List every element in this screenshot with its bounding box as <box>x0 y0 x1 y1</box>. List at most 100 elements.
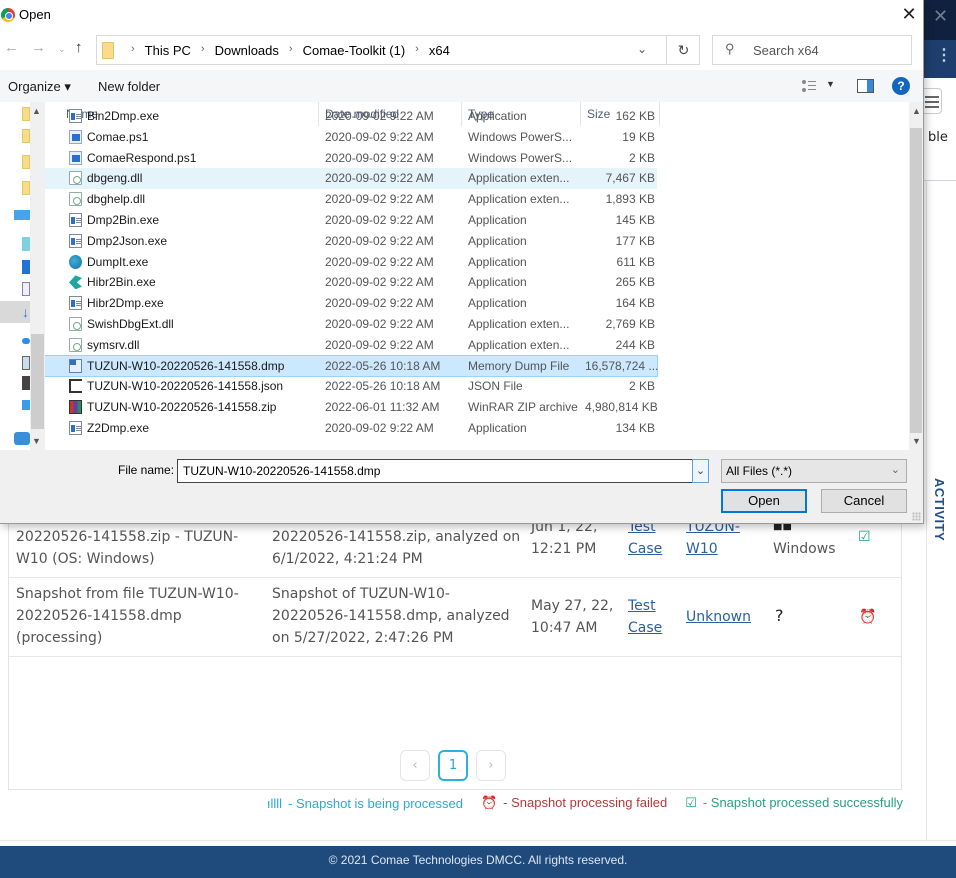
new-folder-button[interactable]: New folder <box>98 79 160 94</box>
file-row[interactable]: TUZUN-W10-20220526-141558.json 2022-05-26… <box>45 376 657 397</box>
file-date: 2022-05-26 10:18 AM <box>325 379 441 394</box>
close-dialog-button[interactable]: ✕ <box>896 2 922 26</box>
file-size: 19 KB <box>622 129 655 144</box>
resize-grip[interactable] <box>912 512 921 521</box>
quick-access-folder-icon[interactable] <box>22 181 30 195</box>
quick-access-folder-icon[interactable] <box>22 155 30 169</box>
exe-file-icon <box>69 296 82 311</box>
file-type: Application <box>468 296 527 311</box>
scroll-down-icon[interactable]: ▼ <box>912 436 921 446</box>
file-row[interactable]: symsrv.dll 2020-09-02 9:22 AM Application … <box>45 335 657 356</box>
file-row[interactable]: Bin2Dmp.exe 2020-09-02 9:22 AM Application… <box>45 106 657 127</box>
3d-objects-icon[interactable] <box>22 237 30 251</box>
host-link-text[interactable]: W10 <box>686 541 718 557</box>
dmp-file-icon <box>69 358 82 373</box>
breadcrumb-item[interactable]: This PC <box>145 43 191 58</box>
network-icon[interactable] <box>14 432 30 445</box>
prev-page-button[interactable]: ‹ <box>400 750 430 781</box>
host-link[interactable]: Unknown <box>686 606 751 628</box>
file-date: 2020-09-02 9:22 AM <box>325 296 434 311</box>
table-row: Snapshot from file TUZUN-W10- 20220526-1… <box>9 578 901 657</box>
case-link-text[interactable]: Case <box>628 541 662 557</box>
chevron-down-icon: ⌄ <box>890 464 900 476</box>
file-row[interactable]: Dmp2Bin.exe 2020-09-02 9:22 AM Application… <box>45 210 657 231</box>
breadcrumb-item[interactable]: Comae-Toolkit (1) <box>303 43 406 58</box>
view-dropdown-icon[interactable]: ▼ <box>826 79 835 89</box>
pictures-icon[interactable] <box>22 356 30 370</box>
snapshot-name: Snapshot from file TUZUN-W10- 20220526-1… <box>16 583 239 649</box>
back-arrow-icon[interactable]: ← <box>4 39 19 56</box>
videos-icon[interactable] <box>22 376 30 390</box>
file-row[interactable]: TUZUN-W10-20220526-141558.zip 2022-06-01 … <box>45 397 658 418</box>
file-type-select[interactable]: All Files (*.*) ⌄ <box>721 459 907 483</box>
case-link[interactable]: Test Case <box>628 595 662 639</box>
documents-icon[interactable] <box>22 282 30 296</box>
file-row[interactable]: Hibr2Dmp.exe 2020-09-02 9:22 AM Applicatio… <box>45 293 657 314</box>
breadcrumb-item[interactable]: x64 <box>429 43 450 58</box>
file-row[interactable]: ComaeRespond.ps1 2020-09-02 9:22 AM Window… <box>45 148 657 169</box>
file-row[interactable]: Dmp2Json.exe 2020-09-02 9:22 AM Applicatio… <box>45 231 657 252</box>
legend-failed: ⏰ - Snapshot processing failed <box>481 795 667 811</box>
case-link-text[interactable]: Case <box>628 620 662 636</box>
case-link-text[interactable]: Test <box>628 598 656 614</box>
dialog-titlebar[interactable]: Open ✕ <box>0 0 923 30</box>
up-arrow-icon[interactable]: ↑ <box>75 39 83 56</box>
open-button[interactable]: Open <box>721 489 807 513</box>
search-placeholder: Search x64 <box>753 43 819 58</box>
file-name-input[interactable] <box>177 459 695 483</box>
file-row[interactable]: dbghelp.dll 2020-09-02 9:22 AM Application… <box>45 189 657 210</box>
file-list-scrollbar[interactable]: ▲ ▼ <box>909 102 923 450</box>
local-disk-icon[interactable] <box>22 400 30 410</box>
scroll-down-icon[interactable]: ▼ <box>32 436 41 446</box>
text-line: 20220526-141558.zip - TUZUN- <box>16 529 239 545</box>
close-icon[interactable]: ✕ <box>933 6 948 27</box>
file-row[interactable]: SwishDbgExt.dll 2020-09-02 9:22 AM Applica… <box>45 314 657 335</box>
organize-button[interactable]: Organize ▾ <box>8 79 71 95</box>
view-options-icon[interactable] <box>802 80 816 92</box>
recent-locations-chevron-icon[interactable]: ⌄ <box>58 44 66 55</box>
refresh-icon[interactable]: ↻ <box>666 36 700 64</box>
forward-arrow-icon[interactable]: → <box>31 39 46 56</box>
file-size: 145 KB <box>615 212 655 227</box>
address-bar[interactable]: › This PC › Downloads › Comae-Toolkit (1… <box>96 35 700 65</box>
help-icon[interactable]: ? <box>892 77 910 95</box>
divider <box>0 840 956 841</box>
file-name-history-chevron-icon[interactable]: ⌄ <box>692 459 709 483</box>
text-line: Snapshot of TUZUN-W10- <box>272 586 450 602</box>
scrollbar-thumb[interactable] <box>31 334 44 429</box>
scroll-up-icon[interactable]: ▲ <box>32 106 41 116</box>
file-type: Memory Dump File <box>468 358 570 373</box>
file-row[interactable]: Comae.ps1 2020-09-02 9:22 AM Windows Power… <box>45 127 657 148</box>
breadcrumb-item[interactable]: Downloads <box>215 43 279 58</box>
file-row[interactable]: Hibr2Bin.exe 2020-09-02 9:22 AM Applicatio… <box>45 272 657 293</box>
this-pc-icon[interactable] <box>14 210 30 220</box>
activity-tab[interactable]: ACTIVITY <box>932 478 947 541</box>
scrollbar-thumb[interactable] <box>910 128 922 433</box>
music-icon[interactable] <box>22 338 30 344</box>
os-label: Windows <box>773 541 836 557</box>
page-1-button[interactable]: 1 <box>438 750 468 781</box>
search-box[interactable]: ⚲ Search x64 <box>712 35 912 65</box>
file-row[interactable]: DumpIt.exe 2020-09-02 9:22 AM Application 6… <box>45 252 657 273</box>
address-history-chevron-icon[interactable]: ⌄ <box>637 42 647 56</box>
quick-access-folder-icon[interactable] <box>22 107 30 121</box>
file-row[interactable]: TUZUN-W10-20220526-141558.dmp 2022-05-26 … <box>45 354 658 378</box>
file-name: Hibr2Dmp.exe <box>87 296 164 311</box>
navigation-pane-scrollbar[interactable]: ▲ ▼ <box>30 102 45 450</box>
file-row[interactable]: dbgeng.dll 2020-09-02 9:22 AM Application … <box>45 168 657 190</box>
more-options-icon[interactable]: ⋮ <box>936 48 952 64</box>
quick-access-folder-icon[interactable] <box>22 129 30 143</box>
text-line: 10:47 AM <box>531 620 598 636</box>
breadcrumb-separator: › <box>200 43 205 55</box>
exe-file-icon <box>69 109 82 123</box>
preview-pane-icon[interactable] <box>857 79 874 93</box>
desktop-icon[interactable] <box>22 260 30 274</box>
next-page-button[interactable]: › <box>476 750 506 781</box>
cancel-button[interactable]: Cancel <box>821 489 907 513</box>
scroll-up-icon[interactable]: ▲ <box>912 106 921 116</box>
file-row[interactable]: Z2Dmp.exe 2020-09-02 9:22 AM Application 13… <box>45 418 657 439</box>
legend-text: - Snapshot is being processed <box>288 795 463 811</box>
file-type: Application <box>468 233 527 248</box>
host-link-text[interactable]: Unknown <box>686 609 751 625</box>
file-name: TUZUN-W10-20220526-141558.zip <box>87 400 277 415</box>
